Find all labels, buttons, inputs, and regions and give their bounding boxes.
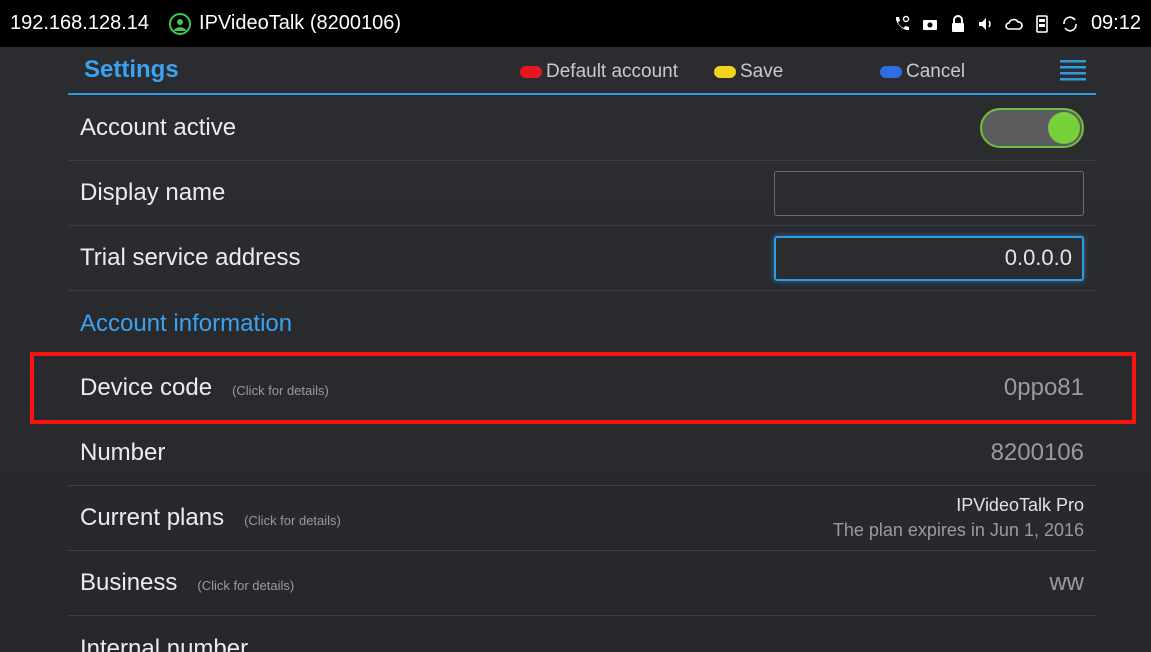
settings-list: Account active Display name Trial servic… bbox=[68, 96, 1096, 652]
business-value: ww bbox=[1049, 569, 1084, 596]
ip-address: 192.168.128.14 bbox=[10, 12, 150, 34]
status-bar: 192.168.128.14 IPVideoTalk (8200106) 09:… bbox=[0, 0, 1151, 47]
account-active-toggle[interactable] bbox=[980, 108, 1084, 148]
camera-icon bbox=[922, 19, 937, 30]
internal-number-row[interactable]: Internal number bbox=[68, 616, 1096, 652]
business-hint: (Click for details) bbox=[197, 577, 295, 593]
cancel-label: Cancel bbox=[906, 61, 966, 82]
plan-name: IPVideoTalk Pro bbox=[956, 495, 1084, 515]
menu-icon[interactable] bbox=[1060, 59, 1086, 81]
device-code-row[interactable]: Device code (Click for details) 0ppo81 bbox=[68, 356, 1096, 421]
lock-icon bbox=[951, 14, 964, 32]
save-button[interactable]: Save bbox=[714, 57, 880, 87]
status-icons: 09:12 bbox=[893, 12, 1141, 35]
volume-icon bbox=[978, 17, 991, 30]
default-account-label: Default account bbox=[546, 61, 679, 82]
softkey-actions: Default account Save Cancel bbox=[520, 57, 1010, 87]
number-value: 8200106 bbox=[990, 439, 1084, 466]
device-code-hint: (Click for details) bbox=[232, 382, 329, 398]
trial-address-row: Trial service address 0.0.0.0 bbox=[68, 226, 1096, 291]
default-account-button[interactable]: Default account bbox=[520, 57, 714, 87]
display-name-row: Display name bbox=[68, 161, 1096, 226]
business-row[interactable]: Business (Click for details) ww bbox=[68, 551, 1096, 616]
account-active-row[interactable]: Account active bbox=[68, 96, 1096, 161]
sync-icon bbox=[1063, 15, 1077, 32]
storage-icon bbox=[1036, 14, 1048, 33]
cancel-button[interactable]: Cancel bbox=[880, 57, 1010, 87]
page-title: Settings bbox=[84, 56, 179, 83]
number-label: Number bbox=[80, 439, 166, 466]
account-active-label: Account active bbox=[80, 114, 237, 141]
number-row: Number 8200106 bbox=[68, 421, 1096, 486]
contact-icon bbox=[169, 12, 192, 35]
blue-key-icon bbox=[880, 66, 902, 78]
device-code-value: 0ppo81 bbox=[1003, 374, 1084, 401]
cloud-icon bbox=[1005, 18, 1023, 30]
red-key-icon bbox=[520, 66, 542, 78]
save-label: Save bbox=[740, 61, 784, 82]
settings-header: Settings Default account Save Cancel bbox=[68, 47, 1096, 95]
section-title: Account information bbox=[80, 309, 293, 337]
trial-address-input[interactable]: 0.0.0.0 bbox=[774, 235, 1084, 281]
internal-number-label: Internal number bbox=[80, 634, 249, 652]
yellow-key-icon bbox=[714, 66, 736, 78]
current-plans-label: Current plans bbox=[80, 504, 225, 531]
display-name-input[interactable] bbox=[774, 170, 1084, 216]
device-code-label: Device code bbox=[80, 374, 213, 401]
plan-info: IPVideoTalk Pro The plan expires in Jun … bbox=[833, 495, 1084, 541]
toggle-knob bbox=[1048, 112, 1080, 144]
clock: 09:12 bbox=[1090, 12, 1141, 34]
current-plans-row[interactable]: Current plans (Click for details) IPVide… bbox=[68, 486, 1096, 551]
current-plans-hint: (Click for details) bbox=[244, 512, 341, 528]
app-title: IPVideoTalk (8200106) bbox=[199, 12, 402, 34]
trial-address-label: Trial service address bbox=[80, 244, 301, 271]
plan-expiry: The plan expires in Jun 1, 2016 bbox=[832, 520, 1084, 540]
call-icon bbox=[895, 15, 910, 30]
display-name-label: Display name bbox=[80, 179, 226, 206]
account-info-section: Account information bbox=[68, 291, 1096, 356]
business-label: Business bbox=[80, 569, 178, 596]
